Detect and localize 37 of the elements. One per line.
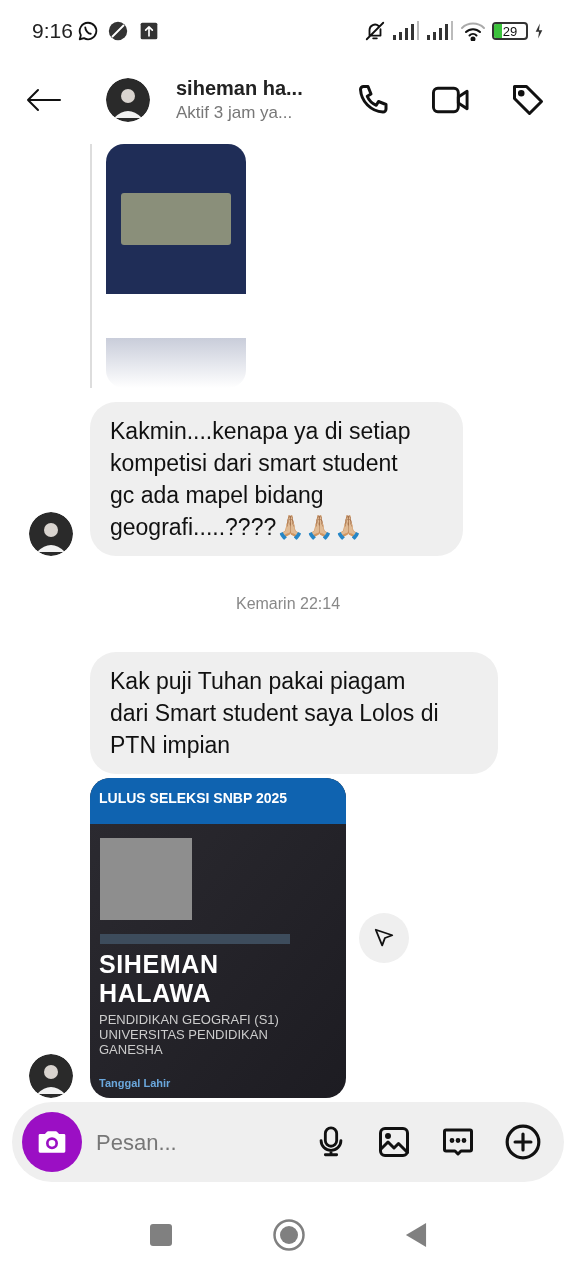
recents-button-icon[interactable] [149,1223,173,1247]
charging-bolt-icon [534,22,544,40]
wifi-icon [460,21,486,41]
poster-image[interactable] [106,144,246,388]
avatar-icon [29,1054,73,1098]
card-banner-text: LULUS SELEKSI SNBP 2025 [99,790,288,806]
home-button-icon[interactable] [273,1219,305,1251]
avatar-icon [106,78,150,122]
image-icon[interactable] [376,1124,412,1160]
plus-circle-icon[interactable] [504,1123,542,1161]
contact-name[interactable]: siheman ha... [176,75,336,101]
message-bubble: Kak puji Tuhan pakai piagam dari Smart student saya Lolos di PTN impian [90,652,498,774]
signal-icon [392,21,420,41]
status-time: 9:16 [32,18,73,45]
send-icon [373,927,395,949]
chat-bubble-icon [76,20,99,42]
tag-icon[interactable] [510,82,546,118]
message-input[interactable]: Pesan... [96,1125,296,1159]
message-composer[interactable]: Pesan... [12,1102,564,1182]
circle-slash-icon [106,20,129,42]
bell-off-icon [364,20,386,42]
video-camera-icon[interactable] [432,85,470,115]
active-status: Aktif 3 jam ya... [176,102,294,124]
battery-icon: 29 [492,22,528,40]
result-card[interactable]: LULUS SELEKSI SNBP 2025 SIHEMAN HALAWA PENDIDIKAN GEOGRAFI (S1) UNIVERSITAS PENDIDIKAN GANESHA Tanggal Lahir [90,778,346,1098]
message-bubble: Kakmin....kenapa ya di setiap kompetisi dari smart student gc ada mapel bidang geografi.....????🙏🏼🙏🏼🙏🏼 [90,402,463,556]
message-timestamp: Kemarin 22:14 [235,594,341,614]
back-button-icon[interactable] [405,1222,427,1248]
back-arrow-icon[interactable] [26,88,62,112]
card-program: PENDIDIKAN GEOGRAFI (S1) UNIVERSITAS PENDIDIKAN GANESHA [98,1012,280,1057]
card-label: Tanggal Lahir [98,1076,172,1091]
camera-button[interactable] [22,1112,82,1172]
avatar-icon [29,512,73,556]
card-name: SIHEMAN HALAWA [98,950,220,1008]
signal-icon [426,21,454,41]
share-button[interactable] [359,913,409,963]
upload-icon [138,21,159,41]
